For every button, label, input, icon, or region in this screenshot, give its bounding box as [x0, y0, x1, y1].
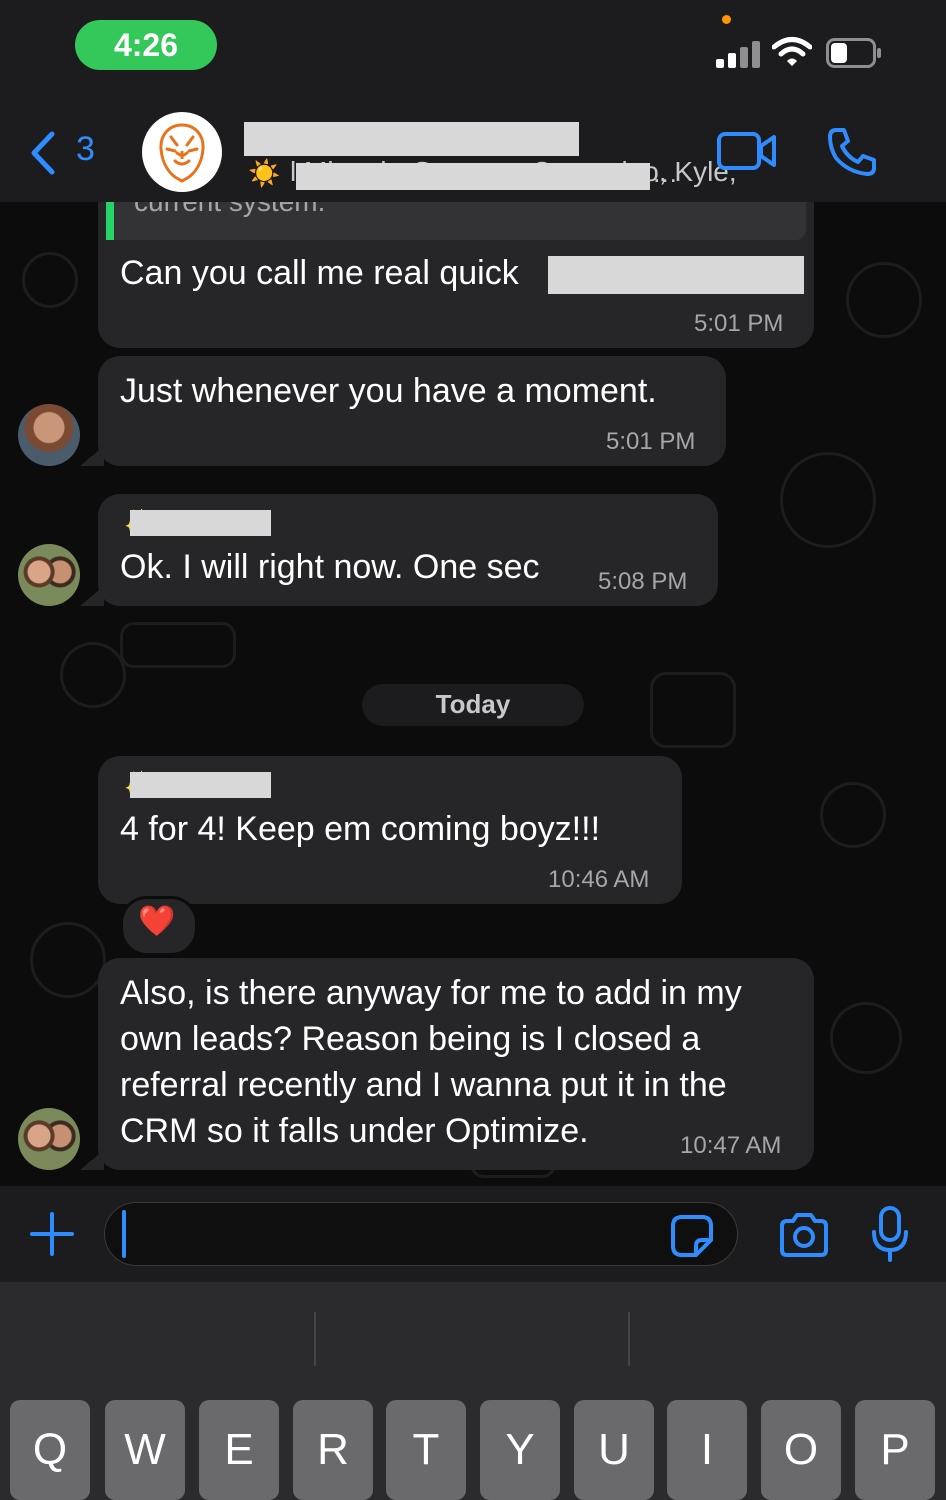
signal-icon: [716, 40, 760, 68]
date-divider-label: Today: [435, 689, 511, 719]
sender-name-redaction: [130, 510, 271, 536]
bubble-tail: [80, 446, 104, 466]
avatar[interactable]: [18, 1108, 80, 1170]
battery-icon: [826, 38, 881, 68]
key-i[interactable]: I: [667, 1400, 747, 1500]
key-e[interactable]: E: [199, 1400, 279, 1500]
message-text: Can you call me real quick: [120, 254, 519, 292]
message-time: 5:08 PM: [598, 568, 688, 595]
message-text: Just whenever you have a moment.: [120, 372, 657, 410]
message-text-line: CRM so it falls under Optimize.: [120, 1112, 589, 1150]
message-redaction: [548, 256, 804, 294]
suggestion-divider: [314, 1312, 316, 1366]
sun-icon: ☀️: [248, 158, 281, 188]
group-avatar[interactable]: [142, 112, 222, 192]
heart-icon: ❤️: [138, 905, 176, 938]
key-o[interactable]: O: [761, 1400, 841, 1500]
suggestion-divider: [628, 1312, 630, 1366]
sticker-icon[interactable]: [670, 1214, 714, 1258]
avatar[interactable]: [18, 544, 80, 606]
message-text: Ok. I will right now. One sec: [120, 548, 540, 586]
key-t[interactable]: T: [386, 1400, 466, 1500]
quoted-snippet: current system.: [134, 202, 325, 218]
unread-count[interactable]: 3: [76, 130, 95, 169]
bubble-tail: [80, 1150, 104, 1170]
message-input[interactable]: [104, 1202, 738, 1266]
sender-name-redaction: [130, 772, 271, 798]
status-time[interactable]: 4:26: [75, 20, 217, 70]
plus-icon[interactable]: [28, 1210, 76, 1258]
message-time: 10:47 AM: [680, 1132, 782, 1159]
message-text-line: own leads? Reason being is I closed a: [120, 1020, 701, 1058]
camera-icon[interactable]: [778, 1212, 830, 1258]
privacy-indicator-dot: [722, 15, 731, 24]
participants-redaction: [296, 163, 650, 190]
message-time: 5:01 PM: [606, 428, 696, 455]
quote-bar: [106, 202, 114, 240]
avatar[interactable]: [18, 404, 80, 466]
key-q[interactable]: Q: [10, 1400, 90, 1500]
phone-icon[interactable]: [826, 126, 878, 178]
wifi-icon: [772, 37, 812, 66]
key-y[interactable]: Y: [480, 1400, 560, 1500]
key-w[interactable]: W: [105, 1400, 185, 1500]
message-time: 5:01 PM: [694, 310, 784, 337]
video-call-icon[interactable]: [716, 128, 778, 174]
message-text: 4 for 4! Keep em coming boyz!!!: [120, 810, 601, 848]
key-r[interactable]: R: [293, 1400, 373, 1500]
chat-name-redaction[interactable]: [244, 122, 579, 156]
message-time: 10:46 AM: [548, 866, 650, 893]
bubble-tail: [80, 586, 104, 606]
participants-ellipsis: …: [652, 158, 678, 188]
lion-logo-icon: [159, 123, 205, 183]
microphone-icon[interactable]: [870, 1206, 910, 1262]
text-caret: [122, 1210, 126, 1258]
chat-area[interactable]: current system. Can you call me real qui…: [0, 202, 946, 1186]
key-u[interactable]: U: [574, 1400, 654, 1500]
key-p[interactable]: P: [855, 1400, 935, 1500]
back-chevron-icon[interactable]: [24, 128, 64, 178]
message-text-line: Also, is there anyway for me to add in m…: [120, 974, 742, 1012]
message-text-line: referral recently and I wanna put it in …: [120, 1066, 727, 1104]
